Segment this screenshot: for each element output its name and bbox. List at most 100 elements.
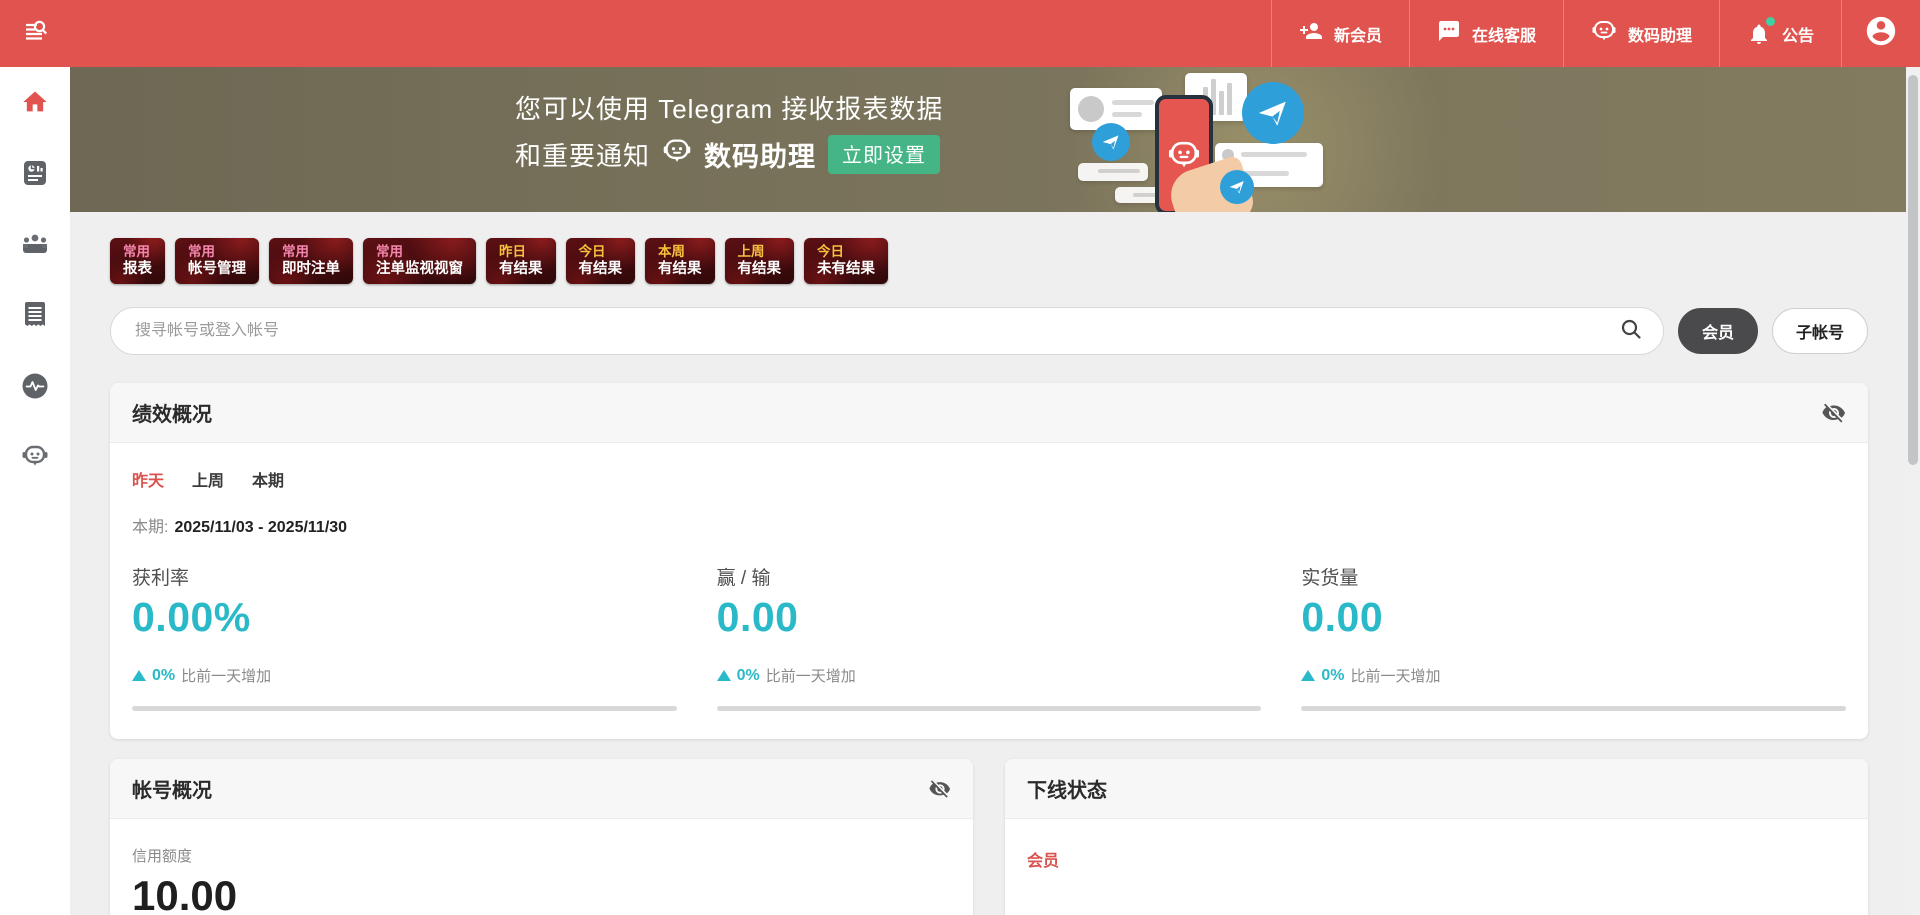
robot-icon <box>21 444 49 475</box>
member-link[interactable]: 会员 <box>1027 853 1059 870</box>
account-overview-body: 信用额度 10.00 <box>110 819 973 915</box>
performance-card: 绩效概况 昨天 上周 本期 本期: 2025/11/03 - 2025/11/30… <box>110 383 1868 739</box>
page-scrollbar[interactable] <box>1906 67 1920 915</box>
account-overview-card: 帐号概况 信用额度 10.00 <box>110 759 973 915</box>
filter-subaccount-button[interactable]: 子帐号 <box>1772 308 1868 354</box>
scrollbar-thumb[interactable] <box>1908 75 1918 465</box>
performance-body: 昨天 上周 本期 本期:2025/11/03 - 2025/11/30 获利率 … <box>110 443 1868 739</box>
credit-limit-value: 10.00 <box>132 872 951 915</box>
eye-slash-icon <box>1822 401 1846 425</box>
tab-last-week[interactable]: 上周 <box>192 467 224 491</box>
sidebar-item-assistant[interactable] <box>20 444 50 474</box>
telegram-banner[interactable]: 您可以使用 Telegram 接收报表数据 和重要通知 <box>70 67 1906 212</box>
banner-setup-button[interactable]: 立即设置 <box>828 135 940 174</box>
quick-tag-account-management[interactable]: 常用 帐号管理 <box>175 238 259 284</box>
quick-tag-lastweek-settled[interactable]: 上周 有结果 <box>725 238 795 284</box>
tag-category: 今日 <box>579 243 623 260</box>
navbar-spacer <box>70 0 1271 67</box>
search-input[interactable] <box>135 322 1619 340</box>
banner-line2-bold: 数码助理 <box>704 135 816 174</box>
notification-badge <box>1766 17 1775 26</box>
sidebar-item-orders[interactable] <box>20 302 50 332</box>
bottom-cards-row: 帐号概况 信用额度 10.00 下线状态 会员 <box>110 759 1868 915</box>
tag-label: 即时注单 <box>282 260 340 278</box>
search-icon[interactable] <box>1619 317 1643 346</box>
accounts-group-icon <box>20 231 50 262</box>
search-box[interactable] <box>110 307 1664 355</box>
tag-label: 报表 <box>123 260 152 278</box>
tag-category: 常用 <box>376 243 463 260</box>
performance-card-header: 绩效概况 <box>110 383 1868 443</box>
tag-label: 未有结果 <box>817 260 875 278</box>
sidebar-item-reports[interactable] <box>20 160 50 190</box>
metric-turnover: 实货量 0.00 0% 比前一天增加 <box>1301 563 1846 711</box>
tag-category: 上周 <box>738 243 782 260</box>
nav-item-new-member[interactable]: 新会员 <box>1271 0 1409 67</box>
metric-delta-pct: 0% <box>152 667 175 685</box>
tag-label: 有结果 <box>579 260 623 278</box>
period-value: 2025/11/03 - 2025/11/30 <box>174 519 347 536</box>
metric-delta-text: 比前一天增加 <box>1350 665 1440 686</box>
metric-label: 获利率 <box>132 563 677 590</box>
hide-values-button[interactable] <box>929 778 951 800</box>
banner-illustration <box>1060 67 1490 212</box>
account-overview-title: 帐号概况 <box>132 774 212 803</box>
quick-tag-week-settled[interactable]: 本周 有结果 <box>645 238 715 284</box>
chat-icon <box>1437 19 1461 48</box>
downline-status-body: 会员 <box>1005 819 1868 899</box>
period-range: 本期: 2025/11/03 - 2025/11/30 <box>128 513 1850 537</box>
quick-tag-today-unsettled[interactable]: 今日 未有结果 <box>804 238 888 284</box>
metric-progress-bar <box>132 706 677 711</box>
tag-label: 注单监视视窗 <box>376 260 463 278</box>
tag-category: 常用 <box>282 243 340 260</box>
metric-label: 赢 / 输 <box>717 563 1262 590</box>
downline-status-card: 下线状态 会员 <box>1005 759 1868 915</box>
metric-value: 0.00% <box>132 594 677 641</box>
metric-label: 实货量 <box>1301 563 1846 590</box>
banner-line1: 您可以使用 Telegram 接收报表数据 <box>515 89 943 129</box>
receipt-list-icon <box>22 301 48 334</box>
sidebar-item-home[interactable] <box>20 89 50 119</box>
tag-label: 有结果 <box>658 260 702 278</box>
nav-item-label: 在线客服 <box>1472 22 1536 46</box>
up-triangle-icon <box>717 670 731 681</box>
performance-title: 绩效概况 <box>132 398 212 427</box>
tag-category: 常用 <box>123 243 152 260</box>
hide-values-button[interactable] <box>1822 401 1846 425</box>
metric-progress-bar <box>1301 706 1846 711</box>
tab-this-period[interactable]: 本期 <box>252 467 284 491</box>
sidebar-item-activity[interactable] <box>20 373 50 403</box>
banner-text: 您可以使用 Telegram 接收报表数据 和重要通知 <box>515 89 943 174</box>
quick-tags-row: 常用 报表 常用 帐号管理 常用 即时注单 常用 注单监视视窗 昨日 有结果 今… <box>110 238 1868 284</box>
period-label: 本期: <box>132 519 168 536</box>
tag-category: 今日 <box>817 243 875 260</box>
sidebar-item-accounts[interactable] <box>20 231 50 261</box>
user-avatar-button[interactable] <box>1841 0 1920 67</box>
tag-category: 常用 <box>188 243 246 260</box>
tag-category: 昨日 <box>499 243 543 260</box>
nav-item-digital-assistant[interactable]: 数码助理 <box>1563 0 1719 67</box>
menu-toggle-button[interactable] <box>0 0 70 67</box>
metric-progress-bar <box>717 706 1262 711</box>
quick-tag-yesterday-settled[interactable]: 昨日 有结果 <box>486 238 556 284</box>
tab-yesterday[interactable]: 昨天 <box>132 467 164 491</box>
pulse-icon <box>21 372 49 405</box>
account-circle-icon <box>1864 14 1898 53</box>
quick-tag-bet-monitor[interactable]: 常用 注单监视视窗 <box>363 238 476 284</box>
nav-item-announcements[interactable]: 公告 <box>1719 0 1841 67</box>
metric-win-loss: 赢 / 输 0.00 0% 比前一天增加 <box>717 563 1262 711</box>
nav-item-label: 数码助理 <box>1628 22 1692 46</box>
tag-label: 帐号管理 <box>188 260 246 278</box>
telegram-plane-icon <box>1092 123 1130 161</box>
search-row: 会员 子帐号 <box>110 307 1868 355</box>
nav-item-online-support[interactable]: 在线客服 <box>1409 0 1563 67</box>
main-content: 您可以使用 Telegram 接收报表数据 和重要通知 <box>70 67 1906 915</box>
metric-delta-text: 比前一天增加 <box>766 665 856 686</box>
metric-value: 0.00 <box>717 594 1262 641</box>
quick-tag-today-settled[interactable]: 今日 有结果 <box>566 238 636 284</box>
up-triangle-icon <box>132 670 146 681</box>
filter-member-button[interactable]: 会员 <box>1678 308 1758 354</box>
quick-tag-live-bets[interactable]: 常用 即时注单 <box>269 238 353 284</box>
quick-tag-reports[interactable]: 常用 报表 <box>110 238 165 284</box>
nav-item-label: 新会员 <box>1334 22 1382 46</box>
